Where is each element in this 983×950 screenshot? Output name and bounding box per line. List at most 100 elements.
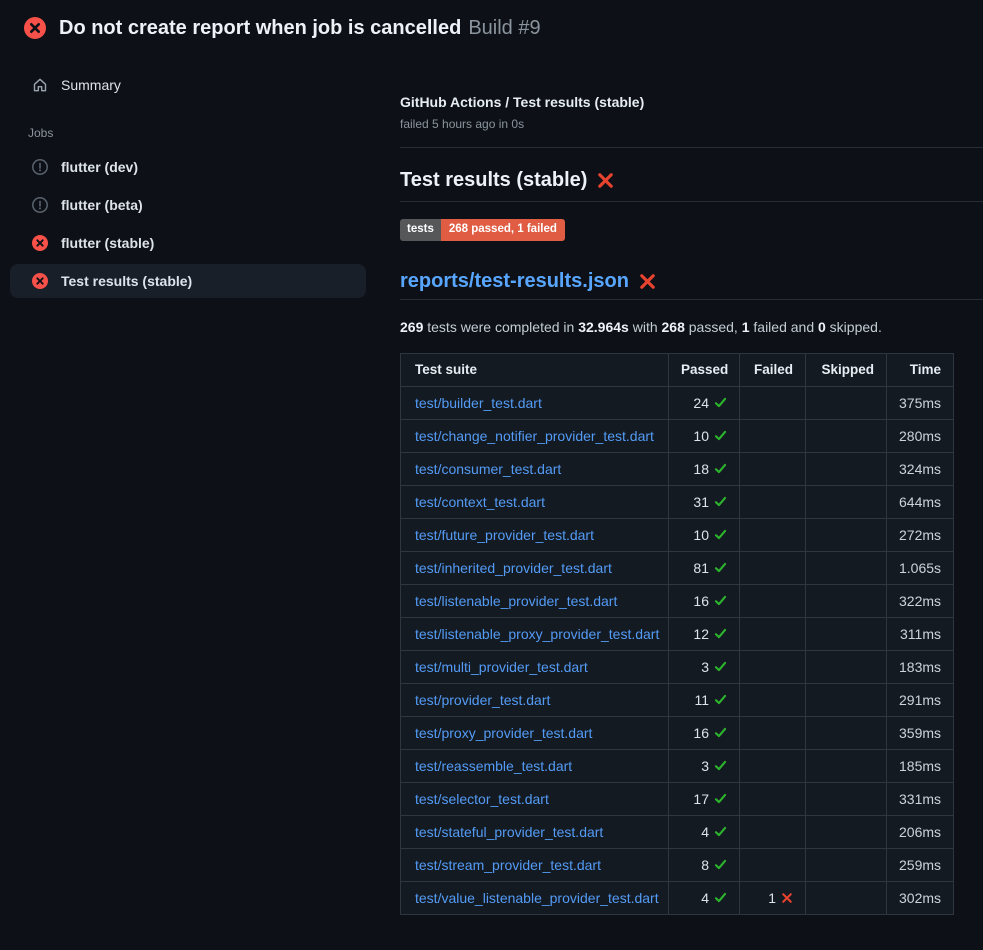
sidebar-item-flutter-dev[interactable]: flutter (dev) <box>10 150 366 184</box>
test-suite-link[interactable]: test/selector_test.dart <box>415 791 549 807</box>
sidebar-item-test-results-stable[interactable]: Test results (stable) <box>10 264 366 298</box>
time-cell: 206ms <box>887 815 954 848</box>
check-icon <box>714 726 727 739</box>
job-label: flutter (beta) <box>61 197 143 213</box>
test-suite-link[interactable]: test/stream_provider_test.dart <box>415 857 601 873</box>
test-suite-link[interactable]: test/reassemble_test.dart <box>415 758 572 774</box>
count-with-icon: 3 <box>701 758 727 774</box>
divider <box>400 201 983 202</box>
summary-number: 32.964s <box>578 319 629 335</box>
test-suite-cell: test/context_test.dart <box>401 485 669 518</box>
check-icon <box>714 429 727 442</box>
count-with-icon: 8 <box>701 857 727 873</box>
check-icon <box>714 462 727 475</box>
time-cell: 280ms <box>887 419 954 452</box>
count-value: 18 <box>693 461 709 477</box>
sidebar-item-summary[interactable]: Summary <box>10 68 366 102</box>
passed-cell: 31 <box>669 485 740 518</box>
passed-cell: 18 <box>669 452 740 485</box>
passed-cell: 10 <box>669 518 740 551</box>
count-value: 16 <box>693 593 709 609</box>
passed-cell: 3 <box>669 749 740 782</box>
skipped-cell <box>806 782 887 815</box>
column-header-test-suite: Test suite <box>401 353 669 386</box>
table-header-row: Test suitePassedFailedSkippedTime <box>401 353 954 386</box>
table-row: test/selector_test.dart17331ms <box>401 782 954 815</box>
table-row: test/inherited_provider_test.dart 81 1.065… <box>401 551 954 584</box>
page-title: Do not create report when job is cancell… <box>59 17 541 40</box>
check-icon <box>714 693 727 706</box>
check-run-title: Do not create report when job is cancell… <box>59 17 461 39</box>
time-cell: 359ms <box>887 716 954 749</box>
test-suite-link[interactable]: test/provider_test.dart <box>415 692 550 708</box>
passed-cell: 12 <box>669 617 740 650</box>
count-with-icon: 12 <box>693 626 727 642</box>
empty-cell <box>740 485 806 518</box>
test-suite-link[interactable]: test/inherited_provider_test.dart <box>415 560 612 576</box>
empty-cell <box>740 551 806 584</box>
count-value: 31 <box>693 494 709 510</box>
cross-icon <box>781 892 793 904</box>
skipped-cell <box>806 518 887 551</box>
neutral-circle-icon <box>32 197 48 213</box>
time-cell: 291ms <box>887 683 954 716</box>
passed-cell: 81 <box>669 551 740 584</box>
tests-badge: tests 268 passed, 1 failed <box>400 219 565 241</box>
passed-cell: 10 <box>669 419 740 452</box>
empty-cell <box>740 452 806 485</box>
test-suite-link[interactable]: test/change_notifier_provider_test.dart <box>415 428 654 444</box>
test-suite-link[interactable]: test/stateful_provider_test.dart <box>415 824 603 840</box>
test-suite-cell: test/listenable_proxy_provider_test.dart <box>401 617 669 650</box>
test-results-table: Test suitePassedFailedSkippedTime test/b… <box>400 353 954 915</box>
build-number: Build #9 <box>468 17 540 39</box>
passed-cell: 3 <box>669 650 740 683</box>
test-suite-cell: test/builder_test.dart <box>401 386 669 419</box>
test-suite-link[interactable]: test/multi_provider_test.dart <box>415 659 588 675</box>
test-suite-link[interactable]: test/listenable_provider_test.dart <box>415 593 617 609</box>
sidebar: Summary Jobs flutter (dev)flutter (beta)… <box>0 56 376 302</box>
skipped-cell <box>806 551 887 584</box>
empty-cell <box>740 518 806 551</box>
count-with-icon: 4 <box>701 824 727 840</box>
count-value: 11 <box>694 692 709 708</box>
x-circle-icon <box>32 273 48 289</box>
sidebar-item-flutter-stable[interactable]: flutter (stable) <box>10 226 366 260</box>
table-row: test/context_test.dart31644ms <box>401 485 954 518</box>
count-with-icon: 81 <box>693 560 727 576</box>
time-cell: 259ms <box>887 848 954 881</box>
test-suite-link[interactable]: test/builder_test.dart <box>415 395 542 411</box>
table-row: test/stateful_provider_test.dart 4 206ms <box>401 815 954 848</box>
time-cell: 322ms <box>887 584 954 617</box>
job-label: flutter (dev) <box>61 159 138 175</box>
main-content: GitHub Actions / Test results (stable) f… <box>376 56 983 915</box>
test-suite-link[interactable]: test/context_test.dart <box>415 494 545 510</box>
check-icon <box>714 495 727 508</box>
test-suite-link[interactable]: test/future_provider_test.dart <box>415 527 594 543</box>
test-suite-link[interactable]: test/proxy_provider_test.dart <box>415 725 592 741</box>
time-cell: 272ms <box>887 518 954 551</box>
time-cell: 1.065s <box>887 551 954 584</box>
count-with-icon: 16 <box>693 593 727 609</box>
summary-text: with <box>629 319 662 335</box>
report-file-link[interactable]: reports/test-results.json <box>400 270 629 293</box>
test-suite-link[interactable]: test/value_listenable_provider_test.dart <box>415 890 659 906</box>
summary-line: 269 tests were completed in 32.964s with… <box>400 319 983 335</box>
sidebar-item-flutter-beta[interactable]: flutter (beta) <box>10 188 366 222</box>
test-suite-link[interactable]: test/listenable_proxy_provider_test.dart <box>415 626 659 642</box>
skipped-cell <box>806 848 887 881</box>
badge-label: tests <box>400 219 441 241</box>
table-row: test/proxy_provider_test.dart16359ms <box>401 716 954 749</box>
table-row: test/change_notifier_provider_test.dart 1… <box>401 419 954 452</box>
passed-cell: 4 <box>669 881 740 914</box>
run-meta: failed 5 hours ago in 0s <box>400 117 983 131</box>
column-header-time: Time <box>887 353 954 386</box>
test-suite-cell: test/consumer_test.dart <box>401 452 669 485</box>
check-icon <box>714 792 727 805</box>
test-suite-cell: test/listenable_provider_test.dart <box>401 584 669 617</box>
empty-cell <box>740 782 806 815</box>
passed-cell: 24 <box>669 386 740 419</box>
test-suite-link[interactable]: test/consumer_test.dart <box>415 461 561 477</box>
breadcrumb: GitHub Actions / Test results (stable) <box>400 94 983 110</box>
x-circle-icon <box>24 17 46 39</box>
skipped-cell <box>806 650 887 683</box>
